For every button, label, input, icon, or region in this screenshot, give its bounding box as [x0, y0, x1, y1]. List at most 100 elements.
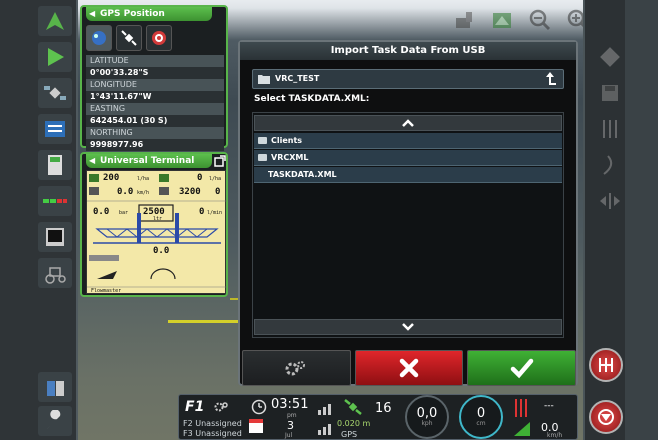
list-item-taskdata[interactable]: TASKDATA.XML [254, 167, 562, 183]
save-icon [602, 85, 618, 101]
date-day: 3 [287, 419, 294, 432]
cancel-button[interactable] [354, 350, 464, 386]
save-button[interactable] [593, 76, 627, 110]
folder-icon [258, 154, 267, 161]
sprayer-diagram [87, 174, 227, 288]
northing-label: NORTHING [86, 127, 224, 139]
speed-unit: km/h [137, 190, 150, 196]
f2-row[interactable]: F2 Unassigned [183, 419, 242, 428]
status-bars-indicator [513, 399, 533, 417]
satellite-count: 16 [375, 401, 392, 416]
longitude-value: 1°43'11.67"W [86, 91, 224, 103]
latitude-value: 0°00'33.28"S [86, 67, 224, 79]
speed-gauge-unit: kph [421, 420, 433, 427]
current-folder-bar: VRC_TEST [252, 69, 564, 89]
tab-target[interactable] [146, 25, 172, 51]
import-task-dialog: Import Task Data From USB VRC_TEST Selec… [238, 40, 578, 386]
trash-button[interactable] [38, 372, 72, 402]
expand-icon[interactable] [214, 155, 226, 167]
gps-tabs [86, 25, 172, 51]
list-item-clients[interactable]: Clients [254, 133, 562, 149]
speed-gauge[interactable]: 0,0 kph [405, 395, 449, 439]
f3-row[interactable]: F3 Unassigned [183, 429, 242, 438]
gps-label: GPS [341, 430, 358, 439]
gears-icon[interactable] [213, 401, 229, 413]
target-icon [152, 31, 166, 45]
gps-data-list: LATITUDE 0°00'33.28"S LONGITUDE 1°43'11.… [86, 55, 224, 151]
curve-icon [603, 155, 613, 175]
flow-unit: l/min [207, 210, 223, 216]
offset-gauge-value: 0 [476, 406, 486, 421]
guidance-button[interactable] [38, 6, 72, 36]
rate-left-unit: l/ha [137, 176, 150, 182]
confirm-button[interactable] [467, 350, 577, 386]
gps-panel-header[interactable]: ◀ GPS Position [86, 7, 212, 21]
gps-panel-title: GPS Position [100, 9, 165, 19]
curve-button[interactable] [593, 148, 627, 182]
calculator-button[interactable] [38, 150, 72, 180]
tractor-button[interactable] [38, 258, 72, 288]
flow-value: 0 [199, 207, 205, 217]
rate-readout: --- [544, 401, 554, 411]
rate-triangle-icon [514, 422, 530, 436]
ut-panel-header[interactable]: ◀ Universal Terminal [86, 154, 212, 168]
globe-icon [92, 31, 106, 45]
speed-gauge-value: 0,0 [416, 406, 438, 421]
f3-value: Unassigned [195, 429, 242, 438]
eraser-button[interactable] [593, 40, 627, 74]
close-icon [399, 358, 419, 378]
list-item-label: TASKDATA.XML [268, 170, 337, 179]
easting-label: EASTING [86, 103, 224, 115]
scroll-down-button[interactable] [254, 319, 562, 335]
tab-globe[interactable] [86, 25, 112, 51]
satellite-button[interactable] [38, 78, 72, 108]
offset-gauge-unit: cm [476, 420, 486, 427]
clock-time: 03:51 [271, 397, 309, 412]
tab-satellite[interactable] [116, 25, 142, 51]
folder-icon [258, 137, 267, 144]
chevron-up-icon [402, 119, 414, 127]
list-item-label: VRCXML [271, 153, 309, 162]
map-view-icon[interactable] [490, 8, 514, 32]
scroll-up-button[interactable] [254, 115, 562, 131]
tools-button[interactable] [38, 406, 72, 436]
guidance-icon [46, 12, 64, 30]
paint-icon[interactable] [452, 8, 476, 32]
steering-button[interactable] [589, 400, 623, 434]
list-item-vrcxml[interactable]: VRCXML [254, 150, 562, 166]
zoom-out-icon[interactable] [528, 8, 552, 32]
settings-list-button[interactable] [38, 114, 72, 144]
shift-button[interactable] [593, 184, 627, 218]
gps-position-panel: ◀ GPS Position LATITUDE 0°00'33.28"S LON… [80, 5, 228, 151]
rows-icon [603, 120, 617, 138]
left-toolbar [0, 0, 78, 440]
rows-button[interactable] [593, 112, 627, 146]
folder-up-icon[interactable] [543, 71, 557, 87]
signal-icon [318, 404, 331, 415]
gearbox-button[interactable] [589, 348, 623, 382]
terminal-screen[interactable]: 200 l/ha 0 l/ha 0.0 km/h 3200 0 0.0 bar … [86, 170, 227, 294]
select-file-label: Select TASKDATA.XML: [254, 94, 370, 104]
folder-icon [258, 75, 270, 84]
settings-button[interactable] [242, 350, 351, 386]
f1-label: F1 [185, 399, 205, 415]
terminal-footer: Flowmaster [91, 288, 122, 294]
right-toolbar [583, 0, 658, 440]
pressure-value: 0.0 [93, 207, 110, 217]
map-toolbar [452, 8, 590, 32]
calendar-icon [249, 419, 263, 433]
rate-right-value: 0 [197, 173, 203, 183]
terminal-button[interactable] [38, 222, 72, 252]
status-bar: F1 F2 Unassigned F3 Unassigned 03:51 pm … [178, 394, 578, 440]
section-control-button[interactable] [38, 186, 72, 216]
clock-icon [251, 399, 267, 415]
offset-gauge[interactable]: 0 cm [459, 395, 503, 439]
file-list: Clients VRCXML TASKDATA.XML [252, 112, 564, 338]
boom-value: 0.0 [153, 246, 170, 256]
tank-unit: ltr [153, 216, 163, 222]
satellite-icon [44, 86, 66, 100]
dialog-buttons [242, 350, 577, 386]
play-button[interactable] [38, 42, 72, 72]
signal-icon [318, 424, 331, 435]
f2-label: F2 [183, 419, 193, 428]
